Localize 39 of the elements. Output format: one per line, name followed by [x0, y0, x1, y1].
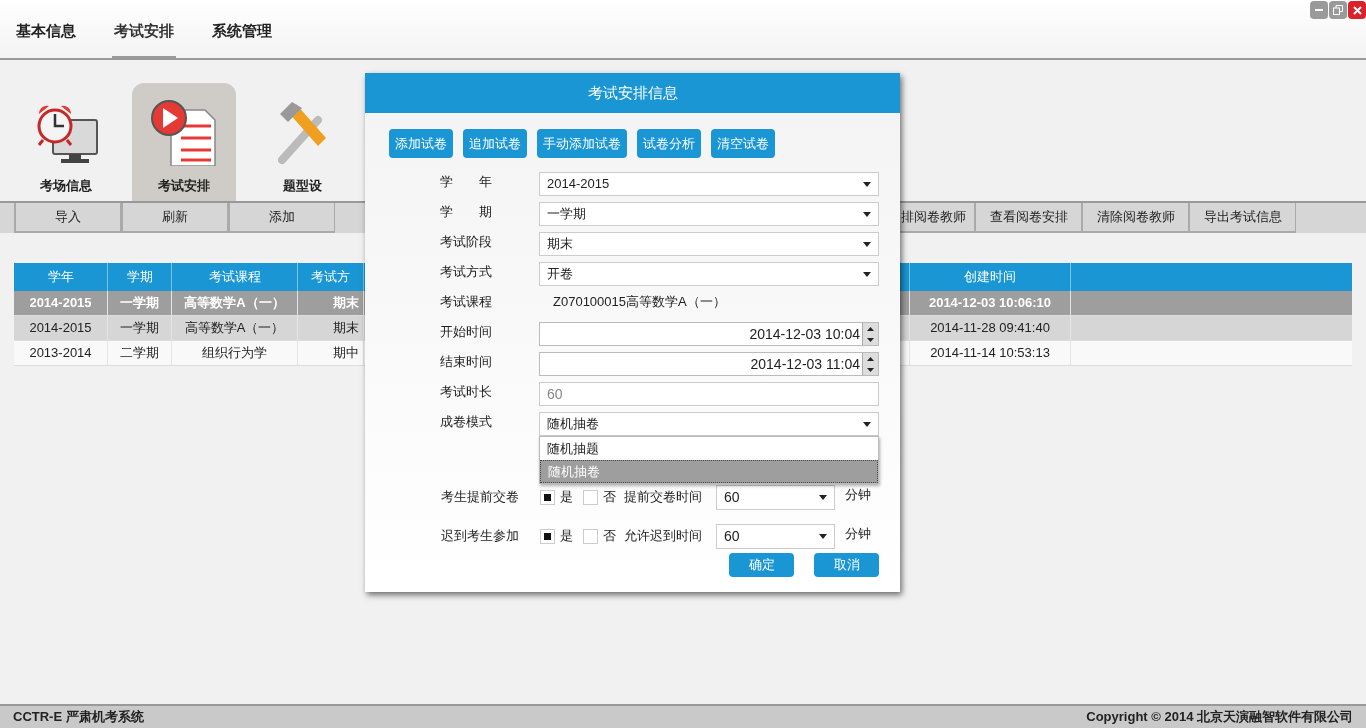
- table-cell: 2013-2014: [14, 341, 108, 365]
- course-value: Z070100015高等数学A（一）: [552, 293, 726, 312]
- field-label: 学 年: [440, 173, 493, 192]
- no-label: 否: [603, 527, 616, 546]
- copyright-text: Copyright © 2014 北京天演融智软件有限公司: [1086, 708, 1353, 727]
- field-label: 考试方式: [440, 263, 493, 282]
- yes-label: 是: [560, 488, 573, 507]
- table-cell: 一学期: [108, 316, 172, 340]
- table-cell: 期末: [298, 316, 364, 340]
- yes-label: 是: [560, 527, 573, 546]
- option-label: 考生提前交卷: [441, 488, 520, 507]
- option-label: 迟到考生参加: [441, 527, 520, 546]
- table-cell: 高等数学A（一）: [172, 316, 298, 340]
- table-cell: 高等数学A（一）: [172, 291, 298, 315]
- duration-field: 60: [539, 382, 879, 406]
- table-cell: 2014-11-14 10:53:13: [910, 341, 1071, 365]
- table-cell: 2014-12-03 10:06:10: [910, 291, 1071, 315]
- field-label: 成卷模式: [440, 413, 493, 432]
- time-label: 提前交卷时间: [624, 488, 703, 507]
- field-label: 考试课程: [440, 293, 493, 312]
- field-label: 结束时间: [440, 353, 493, 372]
- table-cell: 2014-2015: [14, 291, 108, 315]
- dialog-title: 考试安排信息: [365, 73, 900, 113]
- table-cell: 组织行为学: [172, 341, 298, 365]
- table-cell: 二学期: [108, 341, 172, 365]
- no-label: 否: [603, 488, 616, 507]
- unit-label: 分钟: [845, 486, 871, 505]
- field-label: 考试时长: [440, 383, 493, 402]
- table-cell: 一学期: [108, 291, 172, 315]
- time-label: 允许迟到时间: [624, 527, 703, 546]
- field-label: 开始时间: [440, 323, 493, 342]
- table-cell: 期末: [298, 291, 364, 315]
- field-label: 学 期: [440, 203, 493, 222]
- table-cell: 2014-11-28 09:41:40: [910, 316, 1071, 340]
- app-name: CCTR-E 严肃机考系统: [13, 708, 144, 727]
- unit-label: 分钟: [845, 525, 871, 544]
- table-cell: 期中: [298, 341, 364, 365]
- table-cell: 2014-2015: [14, 316, 108, 340]
- field-label: 考试阶段: [440, 233, 493, 252]
